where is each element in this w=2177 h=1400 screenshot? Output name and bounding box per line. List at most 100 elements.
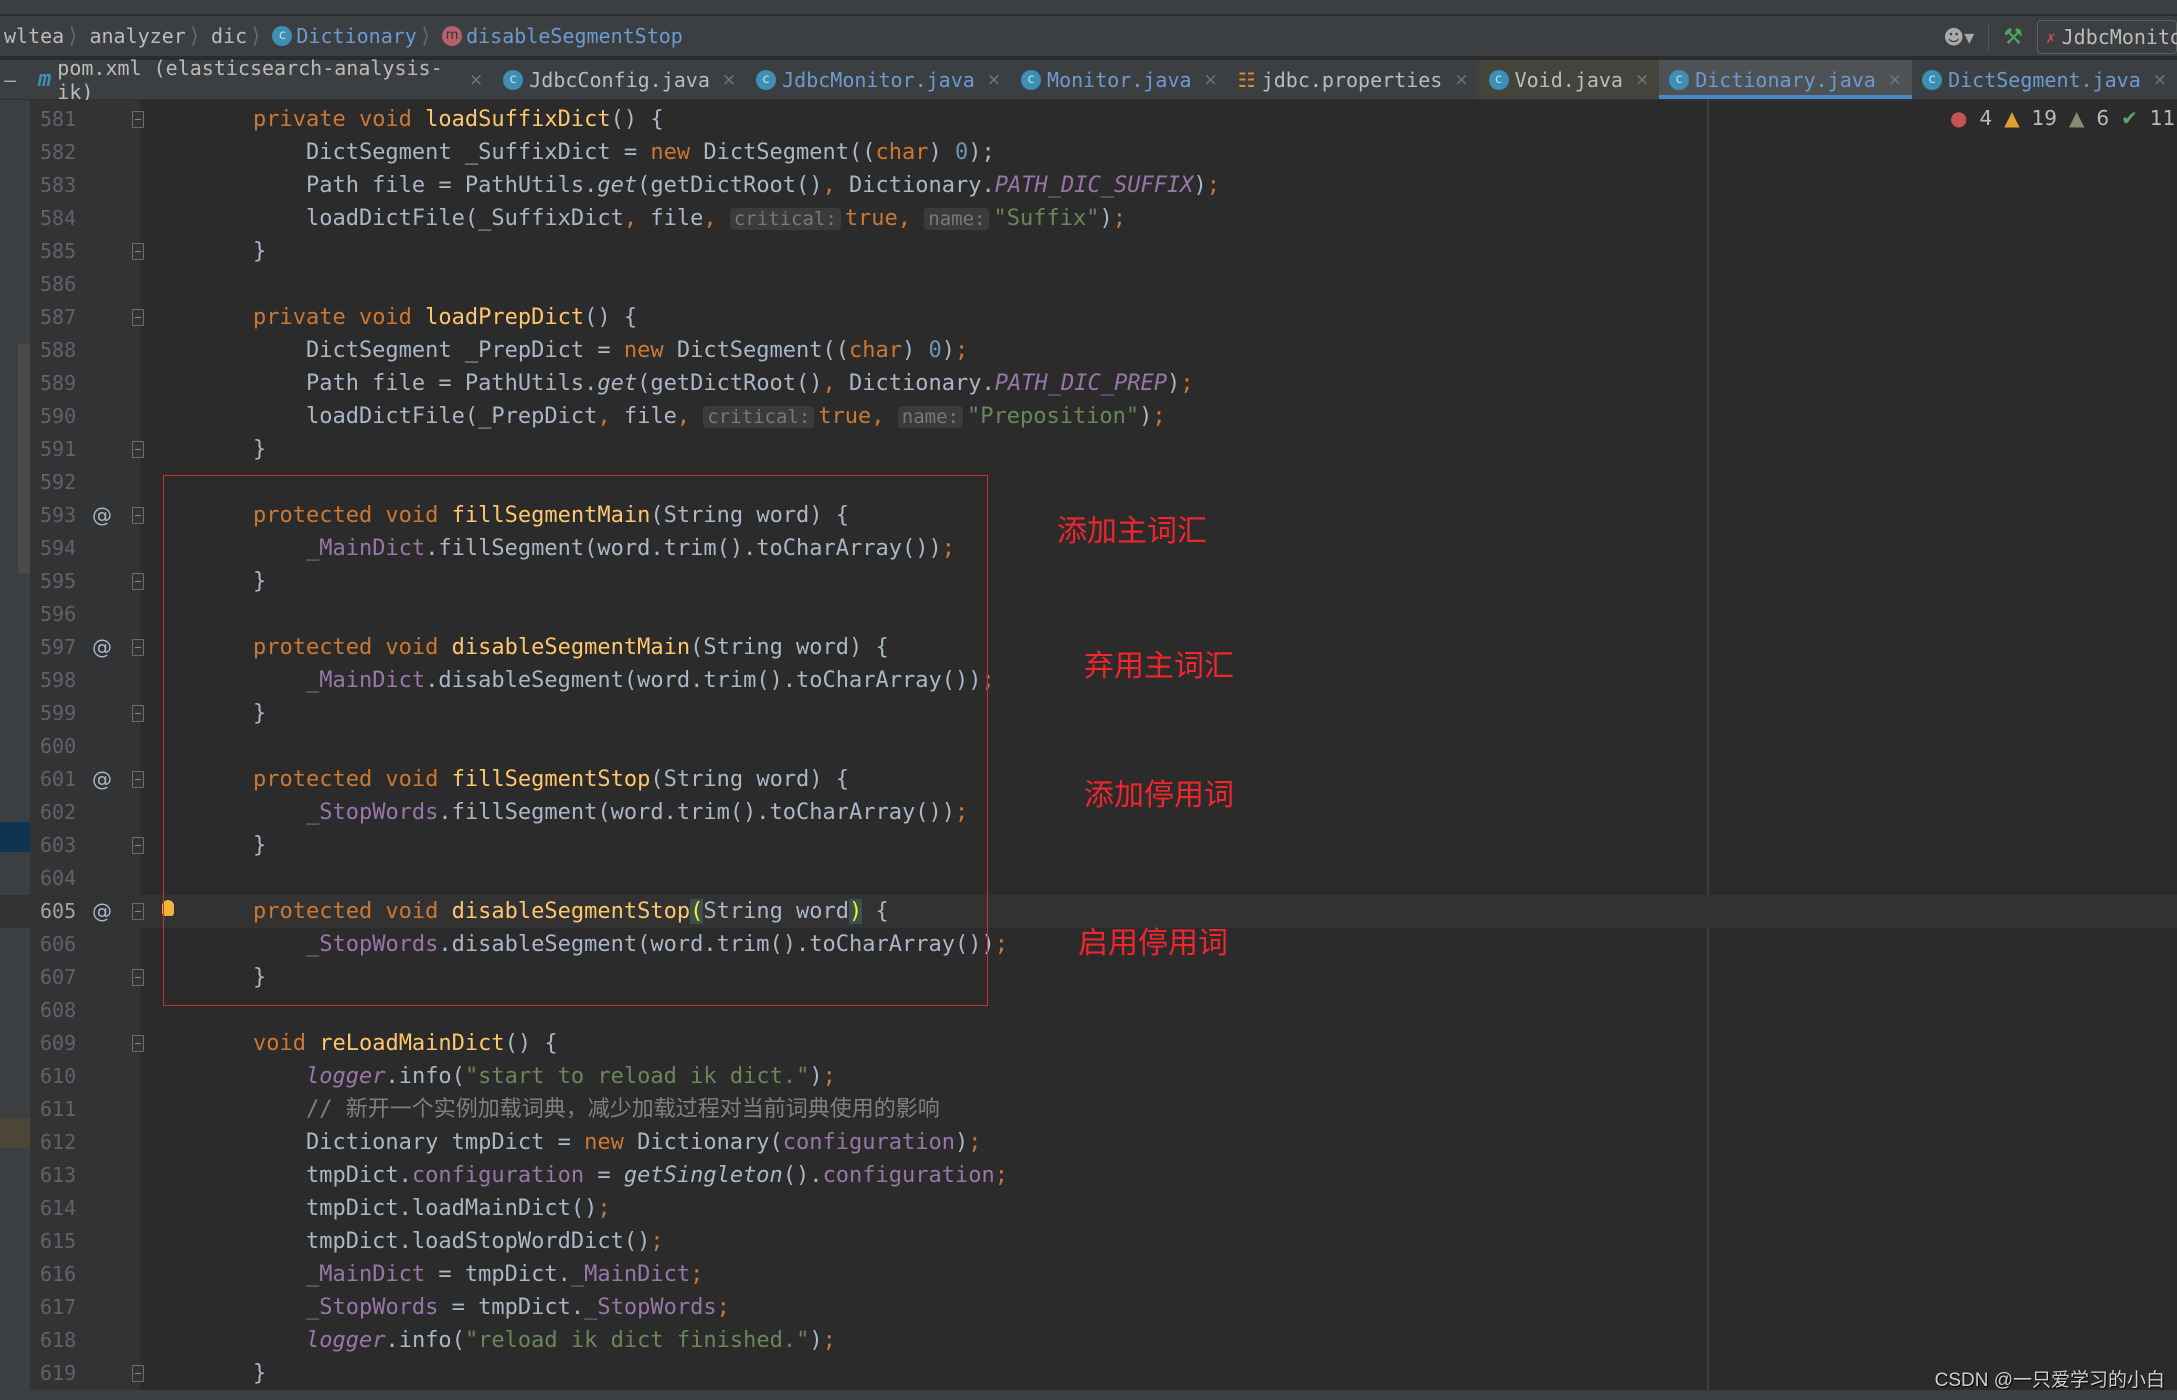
close-tab-icon[interactable]: × — [2153, 70, 2167, 90]
fold-end-icon[interactable] — [132, 1365, 144, 1382]
fold-collapse-icon[interactable] — [132, 1035, 144, 1052]
override-marker-icon[interactable]: @ — [92, 895, 112, 928]
line-number[interactable]: 603 — [40, 829, 80, 862]
fold-end-icon[interactable] — [132, 837, 144, 854]
line-number[interactable]: 581 — [40, 103, 80, 136]
fold-end-icon[interactable] — [132, 573, 144, 590]
code-line[interactable]: 618 logger.info("reload ik dict finished… — [0, 1324, 2177, 1357]
breadcrumb-item[interactable]: c Dictionary — [268, 24, 417, 48]
line-number[interactable]: 594 — [40, 532, 80, 565]
line-number[interactable]: 614 — [40, 1192, 80, 1225]
close-tab-icon[interactable]: × — [987, 70, 1001, 90]
line-number[interactable]: 583 — [40, 169, 80, 202]
fold-end-icon[interactable] — [132, 705, 144, 722]
code-line[interactable]: 589 Path file = PathUtils.get(getDictRoo… — [0, 367, 2177, 400]
run-configuration-select[interactable]: ✗ JdbcMonitor — [2037, 20, 2177, 54]
override-marker-icon[interactable]: @ — [92, 499, 112, 532]
line-number[interactable]: 619 — [40, 1357, 80, 1390]
line-number[interactable]: 615 — [40, 1225, 80, 1258]
line-number[interactable]: 596 — [40, 598, 80, 631]
line-number[interactable]: 598 — [40, 664, 80, 697]
close-tab-icon[interactable]: × — [1204, 70, 1218, 90]
fold-end-icon[interactable] — [132, 969, 144, 986]
breadcrumb-item[interactable]: dic — [207, 24, 247, 48]
line-number[interactable]: 585 — [40, 235, 80, 268]
code-line[interactable]: 611 // 新开一个实例加载词典，减少加载过程对当前词典使用的影响 — [0, 1093, 2177, 1126]
line-number[interactable]: 597 — [40, 631, 80, 664]
line-number[interactable]: 586 — [40, 268, 80, 301]
close-tab-icon[interactable]: × — [1888, 70, 1902, 90]
code-line[interactable]: 613 tmpDict.configuration = getSingleton… — [0, 1159, 2177, 1192]
code-line[interactable]: 584 loadDictFile(_SuffixDict, file, crit… — [0, 202, 2177, 235]
fold-end-icon[interactable] — [132, 243, 144, 260]
code-line[interactable]: 619 } — [0, 1357, 2177, 1390]
line-number[interactable]: 590 — [40, 400, 80, 433]
build-hammer-icon[interactable]: ⚒ — [2003, 25, 2023, 50]
line-number[interactable]: 602 — [40, 796, 80, 829]
fold-collapse-icon[interactable] — [132, 639, 144, 656]
code-line[interactable]: 614 tmpDict.loadMainDict(); — [0, 1192, 2177, 1225]
user-icon[interactable]: ☻▾ — [1943, 25, 1974, 49]
line-number[interactable]: 584 — [40, 202, 80, 235]
line-number[interactable]: 601 — [40, 763, 80, 796]
fold-collapse-icon[interactable] — [132, 507, 144, 524]
line-number[interactable]: 611 — [40, 1093, 80, 1126]
fold-collapse-icon[interactable] — [132, 309, 144, 326]
close-tab-icon[interactable]: × — [469, 70, 483, 90]
close-tab-icon[interactable]: × — [722, 70, 736, 90]
code-line[interactable]: 616 _MainDict = tmpDict._MainDict; — [0, 1258, 2177, 1291]
tab-jdbc[interactable]: ☷ jdbc.properties × — [1228, 60, 1479, 99]
line-number[interactable]: 613 — [40, 1159, 80, 1192]
line-number[interactable]: 591 — [40, 433, 80, 466]
fold-collapse-icon[interactable] — [132, 903, 144, 920]
line-number[interactable]: 607 — [40, 961, 80, 994]
code-line[interactable]: 615 tmpDict.loadStopWordDict(); — [0, 1225, 2177, 1258]
line-number[interactable]: 592 — [40, 466, 80, 499]
line-number[interactable]: 605 — [40, 895, 80, 928]
line-number[interactable]: 618 — [40, 1324, 80, 1357]
line-number[interactable]: 595 — [40, 565, 80, 598]
line-number[interactable]: 609 — [40, 1027, 80, 1060]
code-line[interactable]: 609 void reLoadMainDict() { — [0, 1027, 2177, 1060]
override-marker-icon[interactable]: @ — [92, 631, 112, 664]
tab-pom[interactable]: m pom.xml (elasticsearch-analysis-ik) × — [28, 56, 493, 104]
line-number[interactable]: 617 — [40, 1291, 80, 1324]
fold-collapse-icon[interactable] — [132, 111, 144, 128]
line-number[interactable]: 604 — [40, 862, 80, 895]
override-marker-icon[interactable]: @ — [92, 763, 112, 796]
line-number[interactable]: 588 — [40, 334, 80, 367]
close-tab-icon[interactable]: × — [1635, 70, 1649, 90]
code-line[interactable]: 612 Dictionary tmpDict = new Dictionary(… — [0, 1126, 2177, 1159]
code-line[interactable]: 582 DictSegment _SuffixDict = new DictSe… — [0, 136, 2177, 169]
breadcrumb-item[interactable]: wltea — [0, 24, 64, 48]
line-number[interactable]: 593 — [40, 499, 80, 532]
line-number[interactable]: 587 — [40, 301, 80, 334]
tab-monitor[interactable]: c Monitor.java × — [1011, 60, 1228, 99]
line-number[interactable]: 582 — [40, 136, 80, 169]
tab-void[interactable]: c Void.java × — [1478, 60, 1660, 99]
line-number[interactable]: 600 — [40, 730, 80, 763]
code-line[interactable]: 587 private void loadPrepDict() { — [0, 301, 2177, 334]
line-number[interactable]: 589 — [40, 367, 80, 400]
tab-jdbcconfig[interactable]: c JdbcConfig.java × — [493, 60, 746, 99]
close-tab-icon[interactable]: × — [1454, 70, 1468, 90]
code-line[interactable]: 585 } — [0, 235, 2177, 268]
code-line[interactable]: 583 Path file = PathUtils.get(getDictRoo… — [0, 169, 2177, 202]
code-line[interactable]: 590 loadDictFile(_PrepDict, file, critic… — [0, 400, 2177, 433]
line-number[interactable]: 606 — [40, 928, 80, 961]
line-number[interactable]: 610 — [40, 1060, 80, 1093]
line-number[interactable]: 612 — [40, 1126, 80, 1159]
tabs-menu-icon[interactable]: — — [0, 60, 28, 99]
tab-dictsegment[interactable]: c DictSegment.java × — [1912, 60, 2177, 99]
breadcrumb-item[interactable]: m disableSegmentStop — [438, 24, 683, 48]
fold-end-icon[interactable] — [132, 441, 144, 458]
inspection-widget[interactable]: ●4 ▲19 ▲6 ✔11 ^ — [1950, 106, 2177, 130]
tab-jdbcmonitor[interactable]: c JdbcMonitor.java × — [746, 60, 1011, 99]
line-number[interactable]: 616 — [40, 1258, 80, 1291]
line-number[interactable]: 599 — [40, 697, 80, 730]
code-line[interactable]: 591 } — [0, 433, 2177, 466]
code-line[interactable]: 586 — [0, 268, 2177, 301]
line-number[interactable]: 608 — [40, 994, 80, 1027]
code-line[interactable]: 617 _StopWords = tmpDict._StopWords; — [0, 1291, 2177, 1324]
code-line[interactable]: 581 private void loadSuffixDict() { — [0, 103, 2177, 136]
